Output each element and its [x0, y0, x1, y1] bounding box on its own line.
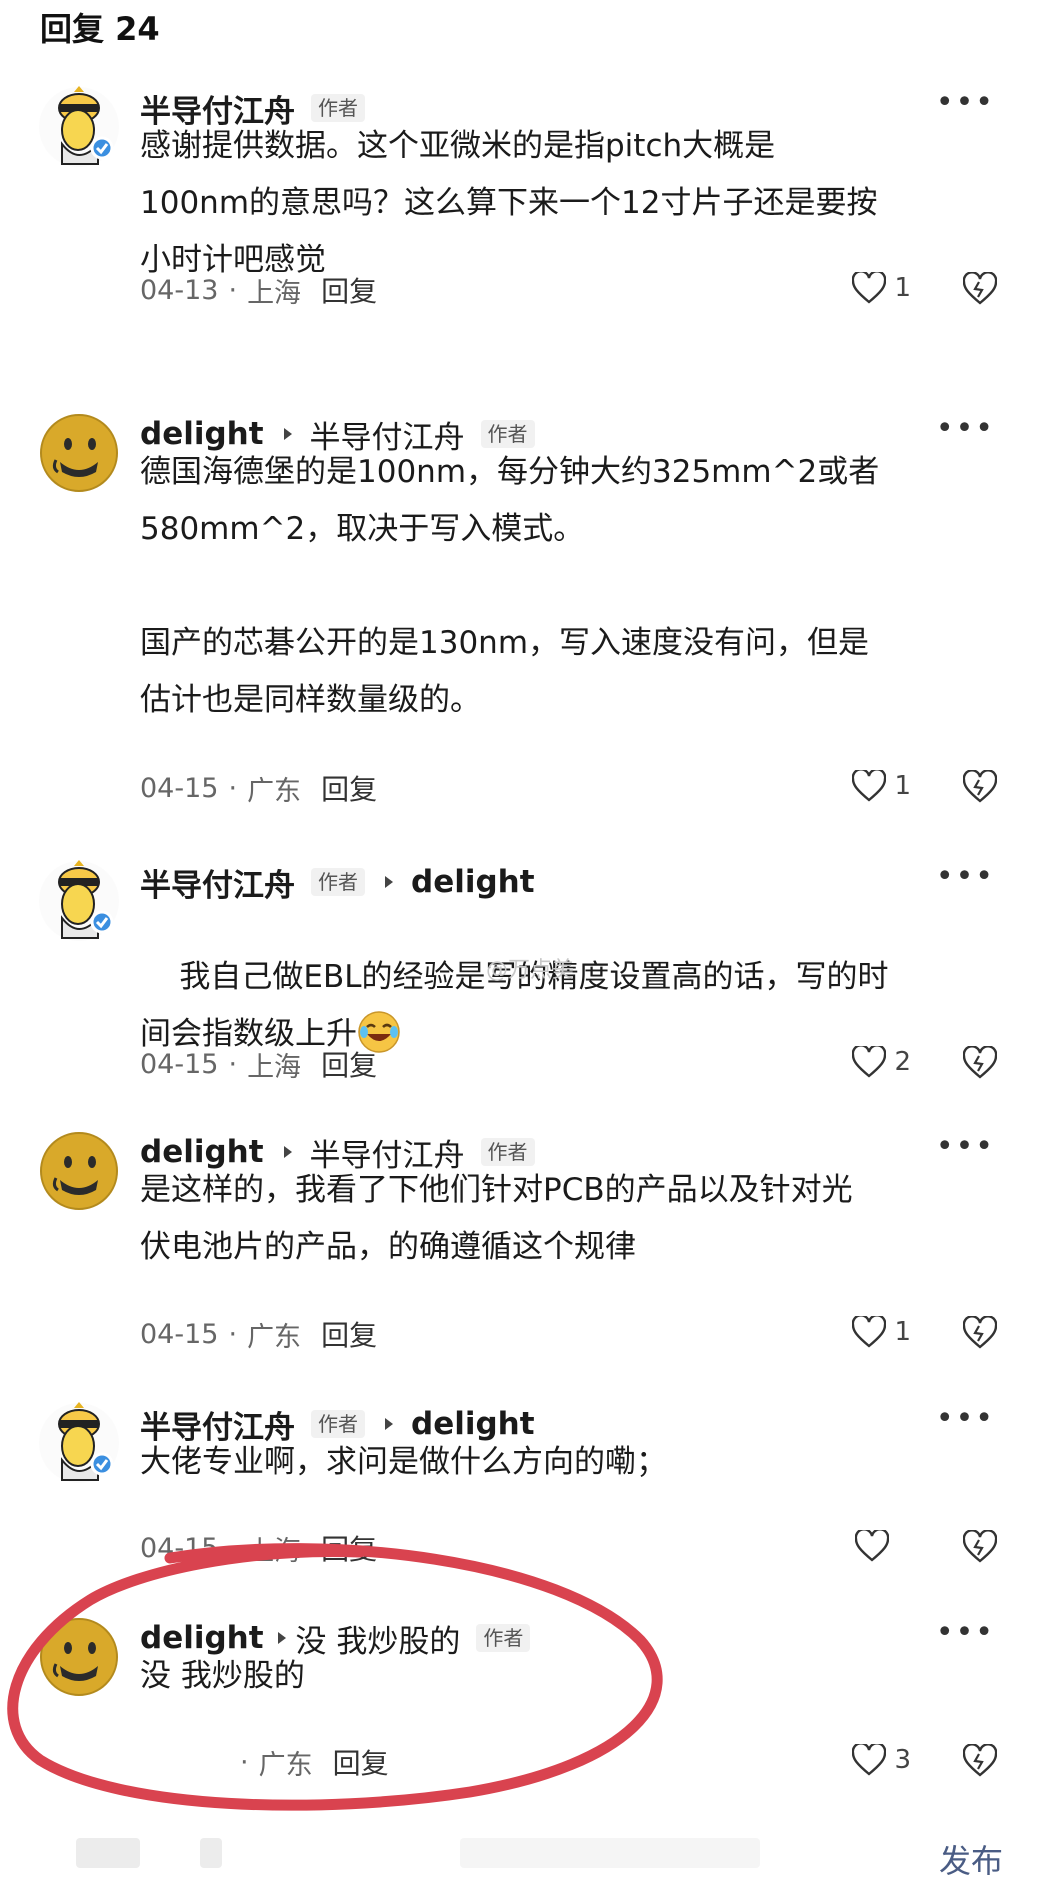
- duck-avatar-icon[interactable]: [38, 860, 120, 942]
- broken-heart-icon: [962, 1743, 998, 1777]
- like-count: 1: [894, 273, 911, 303]
- separator-dot: ·: [228, 1048, 238, 1080]
- comment-text: 德国海德堡的是100nm，每分钟大约325mm^2或者 580mm^2，取决于写…: [140, 454, 880, 718]
- reply-location: 广东: [258, 1749, 313, 1781]
- reply-date: 04-15: [140, 772, 219, 804]
- broken-heart-icon: [962, 271, 998, 305]
- dislike-button[interactable]: [962, 1529, 998, 1564]
- reply-location: 上海: [247, 277, 302, 309]
- input-placeholder-block: [460, 1838, 760, 1868]
- reply-date: 04-15: [140, 1318, 219, 1350]
- emoji-face-avatar-icon[interactable]: [38, 1130, 120, 1212]
- input-placeholder-block: [200, 1838, 222, 1868]
- separator-dot: ·: [228, 772, 238, 804]
- comment-text: 大佬专业啊，求问是做什么方向的嘞；: [140, 1444, 667, 1480]
- reply-button[interactable]: 回复: [321, 270, 377, 310]
- like-button[interactable]: 1: [852, 272, 911, 304]
- heart-icon: [852, 1316, 887, 1348]
- separator-dot: ·: [228, 274, 238, 306]
- publish-button[interactable]: 发布: [939, 1836, 1003, 1882]
- more-options-button[interactable]: •••: [936, 414, 995, 444]
- separator-dot: ·: [240, 1746, 249, 1778]
- meta-row: 04-15 · 广东 回复: [140, 1314, 377, 1354]
- more-options-button[interactable]: •••: [936, 1618, 995, 1648]
- more-options-button[interactable]: •••: [936, 1132, 995, 1162]
- bottom-bar: 发布: [0, 1820, 1039, 1904]
- comment-text: 是这样的，我看了下他们针对PCB的产品以及针对光 伏电池片的产品，的确遵循这个规…: [140, 1172, 853, 1265]
- input-placeholder-block[interactable]: [76, 1838, 140, 1868]
- reply-button[interactable]: 回复: [321, 1314, 377, 1354]
- broken-heart-icon: [962, 1315, 998, 1349]
- heart-icon: [852, 770, 887, 802]
- reply-arrow-icon: [277, 1632, 286, 1644]
- like-button[interactable]: 2: [852, 1046, 911, 1078]
- reply-location: 广东: [247, 1321, 302, 1353]
- broken-heart-icon: [962, 769, 998, 803]
- reply-arrow-icon: [385, 876, 393, 888]
- meta-row: · 广东 回复: [140, 1742, 389, 1782]
- reply-button[interactable]: 回复: [333, 1742, 389, 1782]
- broken-heart-icon: [962, 1045, 998, 1079]
- like-count: 3: [894, 1745, 911, 1775]
- duck-avatar-icon[interactable]: [38, 1402, 120, 1484]
- like-count: 2: [894, 1047, 911, 1077]
- watermark: @万点美: [486, 958, 575, 983]
- reply-date: 04-15: [140, 1532, 219, 1564]
- duck-avatar-icon[interactable]: [38, 86, 120, 168]
- dislike-button[interactable]: [962, 1045, 998, 1080]
- reply-button[interactable]: 回复: [321, 768, 377, 808]
- meta-row: 04-15 · 广东 回复: [140, 768, 377, 808]
- more-options-button[interactable]: •••: [936, 88, 995, 118]
- comment-text: 感谢提供数据。这个亚微米的是指pitch大概是 100nm的意思吗？这么算下来一…: [140, 128, 878, 278]
- meta-row: 04-15 · 上海 回复: [140, 1044, 377, 1084]
- emoji-face-avatar-icon[interactable]: [38, 1616, 120, 1698]
- reply-arrow-icon: [385, 1418, 393, 1430]
- dislike-button[interactable]: [962, 769, 998, 804]
- reply-button[interactable]: 回复: [321, 1044, 377, 1084]
- reply-location: 上海: [247, 1051, 302, 1083]
- dislike-button[interactable]: [962, 271, 998, 306]
- dislike-button[interactable]: [962, 1743, 998, 1778]
- reply-location: 上海: [247, 1535, 302, 1567]
- reply-button[interactable]: 回复: [321, 1528, 377, 1568]
- like-button[interactable]: [855, 1530, 911, 1562]
- reply-location: 广东: [247, 775, 302, 807]
- meta-row: 04-13 · 上海 回复: [140, 270, 377, 310]
- comment-text: 没 我炒股的: [140, 1658, 305, 1694]
- reply-date: 04-13: [140, 274, 219, 306]
- heart-icon: [852, 272, 887, 304]
- like-button[interactable]: 1: [852, 1316, 911, 1348]
- like-count: 1: [894, 1317, 911, 1347]
- page-title: 回复 24: [40, 10, 160, 48]
- comment-text: 我自己做EBL的经验是写的精度设置高的话，写的时 间会指数级上升: [140, 892, 1010, 1120]
- heart-icon: [852, 1744, 887, 1776]
- more-options-button[interactable]: •••: [936, 1404, 995, 1434]
- like-button[interactable]: 3: [852, 1744, 911, 1776]
- emoji-face-avatar-icon[interactable]: [38, 412, 120, 494]
- broken-heart-icon: [962, 1529, 998, 1563]
- like-button[interactable]: 1: [852, 770, 911, 802]
- reply-arrow-icon: [283, 1146, 292, 1158]
- dislike-button[interactable]: [962, 1315, 998, 1350]
- separator-dot: ·: [228, 1318, 238, 1350]
- heart-icon: [852, 1046, 887, 1078]
- heart-icon: [855, 1530, 889, 1562]
- reply-arrow-icon: [283, 428, 292, 440]
- reply-date: 04-15: [140, 1048, 219, 1080]
- like-count: 1: [894, 771, 911, 801]
- meta-row: 04-15 · 上海 回复: [140, 1528, 377, 1568]
- more-options-button[interactable]: •••: [936, 862, 995, 892]
- separator-dot: ·: [228, 1532, 238, 1564]
